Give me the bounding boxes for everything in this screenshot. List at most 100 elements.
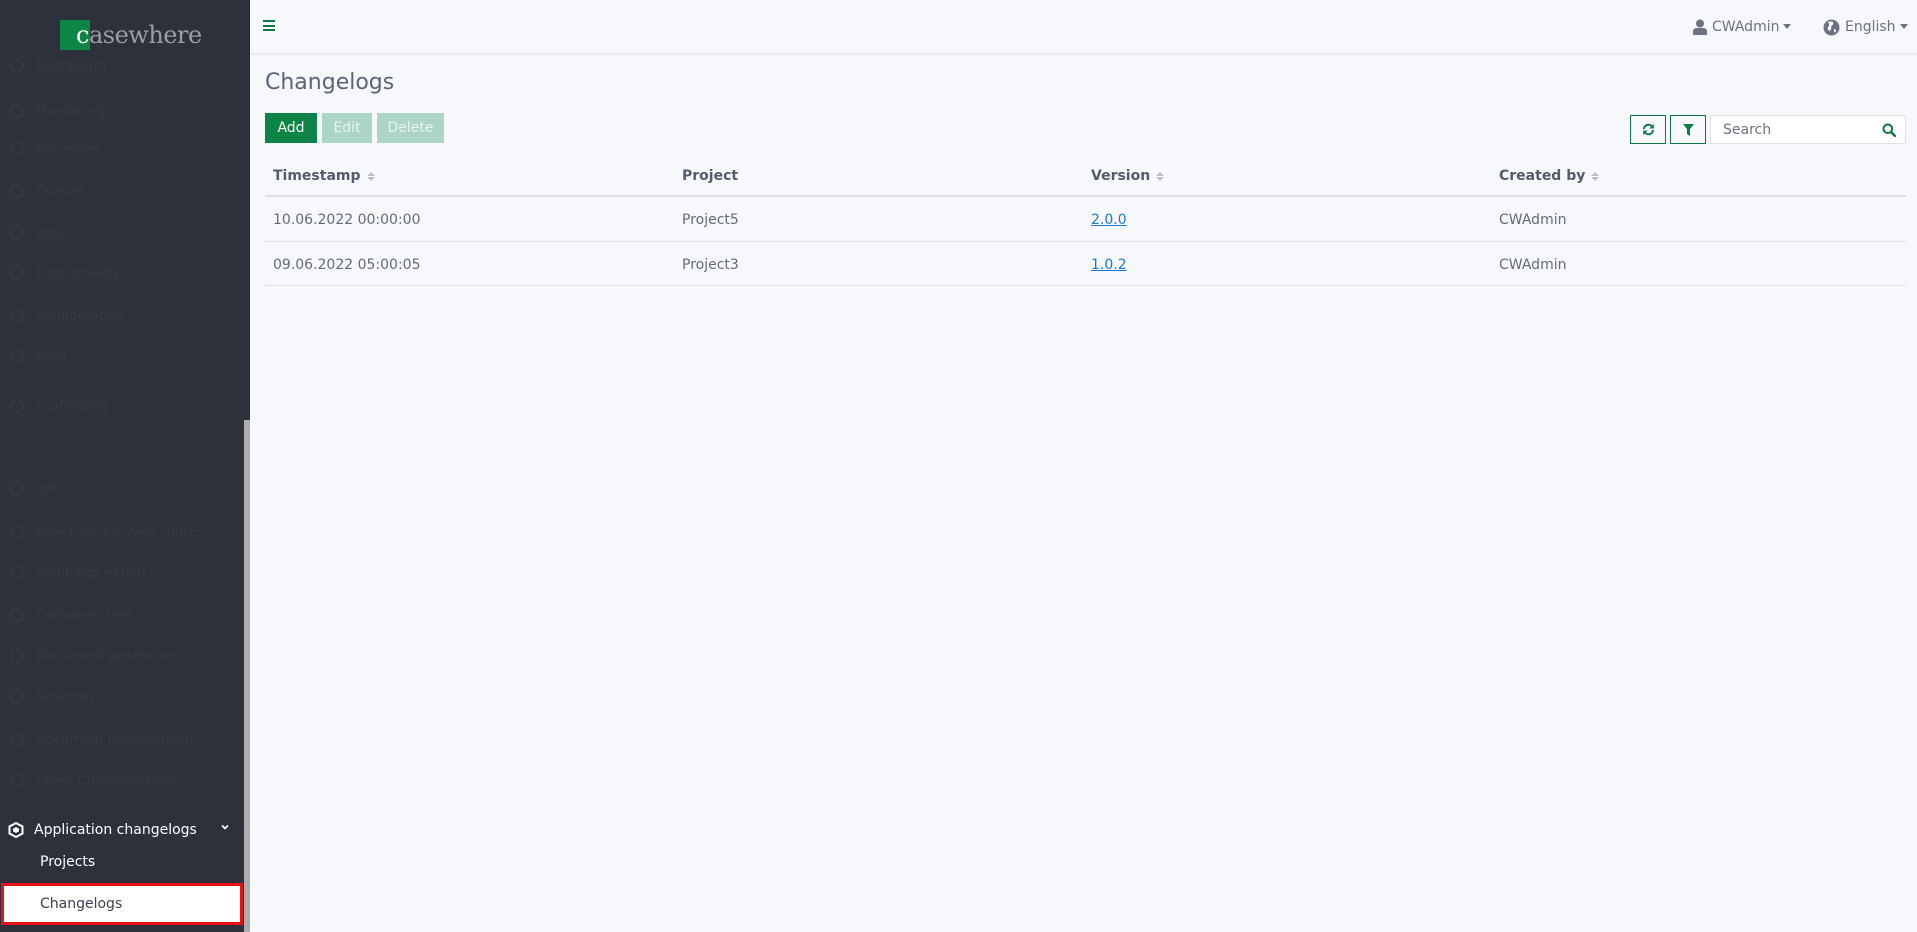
sidebar-item-label: Dashboard [36,58,107,74]
sidebar-item-label: Client Customizations... [36,773,191,789]
chevron-right-icon: › [231,105,235,117]
chevron-right-icon: › [231,691,235,703]
search-input[interactable] [1711,116,1871,143]
language-menu[interactable]: English [1823,16,1908,38]
sidebar-group-application-changelogs[interactable]: Application changelogs [0,818,244,842]
sort-icon [1156,171,1165,181]
add-button[interactable]: Add [265,113,317,143]
column-header-timestamp[interactable]: Timestamp [273,168,375,184]
sidebar-item-projects[interactable]: Projects [0,842,244,882]
sidebar-item-label: Monitoring [36,103,106,119]
sidebar: casewhere Dashboard › Monitoring › Processes… [0,0,250,932]
menu-item-icon [10,349,24,363]
search-icon[interactable] [1882,123,1896,137]
sidebar-item-label: Projects [40,854,96,870]
hamburger-icon[interactable] [263,20,275,31]
cell-project: Project3 [682,257,739,273]
sidebar-item-faded[interactable]: Consumer test › [10,604,235,626]
column-label: Created by [1499,168,1586,184]
globe-icon [1823,19,1840,35]
sidebar-item-label: Document generation [36,648,179,664]
sidebar-item-label: Changelogs [40,896,123,912]
cell-timestamp: 10.06.2022 00:00:00 [273,212,421,228]
chevron-right-icon: › [231,775,235,787]
casewhere-logo[interactable]: casewhere [60,20,202,50]
refresh-icon [1642,123,1654,136]
cell-version: 1.0.2 [1091,257,1127,273]
sidebar-item-faded[interactable]: Document management › [10,728,235,750]
chevron-down-icon[interactable] [220,822,230,832]
column-header-created-by[interactable]: Created by [1499,168,1600,184]
edit-button[interactable]: Edit [322,113,372,143]
chevron-right-icon: › [231,310,235,322]
menu-item-icon [10,482,24,496]
user-icon [1693,19,1707,35]
menu-item-icon [10,608,24,622]
sidebar-item-label: Audit logs export [36,565,148,581]
filter-button[interactable] [1670,115,1706,144]
sidebar-item-faded[interactable]: Schemes › [10,686,235,708]
column-header-version[interactable]: Version [1091,168,1165,184]
sidebar-item-label: Role-based access control [36,525,206,541]
sidebar-item-faded[interactable]: Client Customizations... › [10,770,235,792]
menu-item-icon [10,774,24,788]
sidebar-item-label: Data [36,348,68,364]
menu-item-icon [10,266,24,280]
sidebar-item-faded[interactable]: Audit logs export › [10,562,235,584]
menu-item-icon [10,399,24,413]
user-name: CWAdmin [1712,19,1780,35]
sidebar-item-faded[interactable]: IdP › [10,478,235,500]
sidebar-item-faded[interactable]: Queues › [10,180,235,202]
sidebar-item-faded[interactable]: Configuration › [10,305,235,327]
sidebar-item-faded[interactable]: Scaffolding › [10,395,235,417]
sidebar-item-faded[interactable]: Jobs › [10,222,235,244]
sidebar-item-label: Scaffolding [36,398,109,414]
sidebar-item-label: Processes [36,141,101,157]
chevron-right-icon: › [231,227,235,239]
cell-created-by: CWAdmin [1499,257,1567,273]
delete-button[interactable]: Delete [377,113,444,143]
caret-down-icon [1899,23,1908,29]
menu-item-icon [10,226,24,240]
column-label: Version [1091,168,1151,184]
sidebar-item-faded[interactable]: Functionality › [10,262,235,284]
sidebar-item-faded[interactable]: Document generation › [10,645,235,667]
search-field[interactable] [1710,115,1906,144]
logo-text-first: c [76,21,89,49]
changelogs-table: Timestamp Project Version Created by 10.… [265,155,1906,286]
sidebar-group-label: Application changelogs [34,822,197,838]
top-bar: CWAdmin English [250,0,1917,53]
user-menu[interactable]: CWAdmin [1693,16,1792,38]
chevron-right-icon: › [231,650,235,662]
cell-timestamp: 09.06.2022 05:00:05 [273,257,421,273]
menu-item-icon [10,184,24,198]
table-row[interactable]: 09.06.2022 05:00:05 Project3 1.0.2 CWAdm… [265,242,1906,286]
logo-text-rest: asewhere [88,21,202,49]
sidebar-item-faded[interactable]: Dashboard › [10,55,235,77]
chevron-right-icon: › [231,400,235,412]
menu-item-icon [10,104,24,118]
table-header: Timestamp Project Version Created by [265,155,1906,197]
table-row[interactable]: 10.06.2022 00:00:00 Project5 2.0.0 CWAdm… [265,197,1906,242]
refresh-button[interactable] [1630,115,1666,144]
sidebar-item-faded[interactable]: Data › [10,345,235,367]
chevron-right-icon: › [231,733,235,745]
page-title: Changelogs [265,70,395,95]
chevron-right-icon: › [231,267,235,279]
sidebar-item-faded[interactable]: Processes › [10,138,235,160]
chevron-right-icon: › [231,483,235,495]
language-label: English [1845,19,1896,35]
chevron-right-icon: › [231,527,235,539]
sort-icon [1591,171,1600,181]
version-link[interactable]: 1.0.2 [1091,257,1127,273]
chevron-right-icon: › [231,567,235,579]
sidebar-item-faded[interactable]: Role-based access control › [10,522,235,544]
sidebar-item-changelogs[interactable]: Changelogs [1,883,243,925]
menu-item-icon [10,59,24,73]
version-link[interactable]: 2.0.0 [1091,212,1127,228]
cell-created-by: CWAdmin [1499,212,1567,228]
sidebar-item-faded[interactable]: Monitoring › [10,100,235,122]
column-label: Project [682,168,739,184]
chevron-right-icon: › [231,143,235,155]
sidebar-scrollbar-thumb[interactable] [244,420,250,932]
